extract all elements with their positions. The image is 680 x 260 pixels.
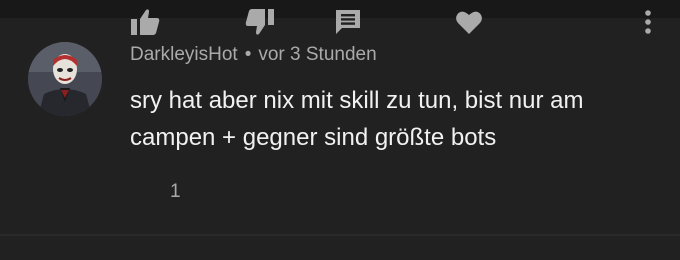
more-options-button[interactable] — [638, 0, 658, 44]
timestamp[interactable]: vor 3 Stunden — [258, 44, 376, 65]
heart-icon — [456, 11, 482, 34]
bottom-divider — [0, 234, 680, 260]
avatar[interactable] — [28, 42, 102, 116]
comment-icon — [336, 10, 360, 34]
more-vert-icon — [645, 10, 651, 34]
thumbs-up-icon — [131, 9, 160, 36]
meta-separator: • — [244, 44, 252, 65]
avatar-image — [28, 42, 102, 116]
author-name[interactable]: DarkleyisHot — [130, 44, 238, 65]
heart-button[interactable] — [453, 0, 485, 44]
reply-button[interactable] — [333, 0, 363, 44]
dislike-button[interactable] — [243, 0, 277, 44]
like-button[interactable] — [128, 0, 162, 44]
thumbs-down-icon — [245, 9, 274, 35]
comment-text: sry hat aber nix mit skill zu tun, bist … — [130, 87, 584, 151]
like-count: 1 — [170, 181, 181, 202]
comment-meta: DarkleyisHot • vor 3 Stunden — [130, 44, 377, 66]
